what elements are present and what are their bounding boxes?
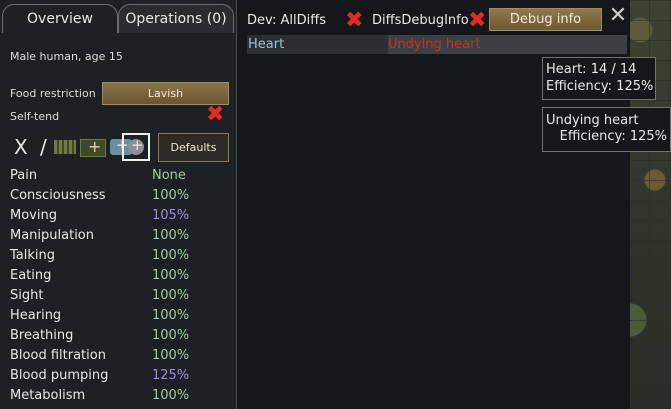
health-tabs: Overview Operations (0)	[0, 0, 236, 34]
capacity-row: Hearing 100%	[10, 306, 230, 326]
capacity-row: Manipulation 100%	[10, 226, 230, 246]
close-icon[interactable]: ✕	[607, 5, 629, 27]
capacity-row: Breathing 100%	[10, 326, 230, 346]
capacity-name: Pain	[10, 168, 38, 183]
capacity-name: Eating	[10, 268, 52, 283]
capacity-value: 100%	[152, 268, 190, 283]
capacity-row: Talking 100%	[10, 246, 230, 266]
capacity-row: Sight 100%	[10, 286, 230, 306]
capacity-row: Blood filtration 100%	[10, 346, 230, 366]
capacities-list: Pain None Consciousness 100% Moving 105% Ma…	[10, 166, 230, 406]
capacity-row: Moving 105%	[10, 206, 230, 226]
defaults-button[interactable]: Defaults	[158, 133, 229, 162]
capacity-name: Talking	[10, 248, 55, 263]
capacity-name: Blood filtration	[10, 348, 106, 363]
capacity-value: 100%	[152, 328, 190, 343]
best-medicine-icon[interactable]	[122, 133, 150, 161]
capacity-value: 100%	[152, 248, 190, 263]
capacity-row: Metabolism 100%	[10, 386, 230, 406]
tooltip-heart-line: Heart: 14 / 14	[546, 62, 637, 77]
capacity-name: Breathing	[10, 328, 74, 343]
capacity-value: 100%	[152, 228, 190, 243]
capacity-name: Hearing	[10, 308, 62, 323]
self-tend-label: Self-tend	[10, 110, 60, 123]
capacity-row: Consciousness 100%	[10, 186, 230, 206]
capacity-name: Metabolism	[10, 388, 86, 403]
debug-info-button[interactable]: Debug info	[489, 8, 602, 31]
capacity-value: None	[152, 168, 186, 183]
herbal-medicine-icon[interactable]	[54, 140, 76, 154]
tooltip-efficiency-line: Efficiency: 125%	[546, 79, 654, 94]
capacity-value: 125%	[152, 368, 190, 383]
capacity-value: 100%	[152, 288, 190, 303]
capacity-row: Eating 100%	[10, 266, 230, 286]
heart-tooltip: Heart: 14 / 14 Efficiency: 125%	[542, 57, 656, 100]
capacity-row: Blood pumping 125%	[10, 366, 230, 386]
self-tend-toggle-x-icon[interactable]: ✖	[206, 104, 224, 126]
tab-operations[interactable]: Operations (0)	[118, 4, 234, 33]
no-care-icon[interactable]: X	[14, 136, 36, 158]
tab-overview[interactable]: Overview	[2, 4, 118, 33]
capacity-row: Pain None	[10, 166, 230, 186]
tooltip-undying-title: Undying heart	[546, 113, 639, 128]
hediff-row[interactable]: Heart Undying heart i	[247, 35, 628, 87]
capacity-value: 100%	[152, 308, 190, 323]
capacity-name: Sight	[10, 288, 44, 303]
capacity-name: Moving	[10, 208, 57, 223]
capacity-value: 100%	[152, 188, 190, 203]
capacity-name: Manipulation	[10, 228, 95, 243]
body-part-label: Heart	[248, 37, 285, 52]
tooltip-undying-efficiency: Efficiency: 125%	[559, 129, 667, 144]
diffs-debug-info-label: DiffsDebugInfo	[372, 13, 469, 28]
health-panel: Overview Operations (0) Male human, age …	[0, 0, 237, 409]
hediff-label: Undying heart	[388, 37, 481, 52]
diffs-debug-toggle-x-icon[interactable]: ✖	[468, 10, 486, 32]
capacity-name: Consciousness	[10, 188, 106, 203]
undying-heart-tooltip: Undying heart Efficiency: 125%	[542, 107, 671, 152]
capacity-value: 100%	[152, 388, 190, 403]
industrial-medicine-icon[interactable]	[80, 137, 106, 157]
capacity-name: Blood pumping	[10, 368, 109, 383]
pawn-description: Male human, age 15	[10, 50, 123, 63]
dev-alldiffs-label: Dev: AllDiffs	[247, 13, 326, 28]
food-restriction-label: Food restriction	[10, 87, 96, 100]
alldiffs-toggle-x-icon[interactable]: ✖	[345, 10, 363, 32]
capacity-value: 100%	[152, 348, 190, 363]
capacity-value: 105%	[152, 208, 190, 223]
